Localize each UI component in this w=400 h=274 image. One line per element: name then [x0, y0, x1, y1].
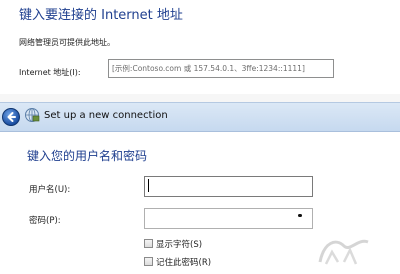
username-input[interactable]	[144, 176, 313, 197]
internet-address-input[interactable]: [示例:Contoso.com 或 157.54.0.1、3ffe:1234::…	[108, 59, 334, 78]
back-arrow-icon	[7, 112, 16, 122]
username-label: 用户名(U):	[29, 185, 71, 195]
credentials-heading: 键入您的用户名和密码	[27, 149, 148, 163]
back-button[interactable]	[2, 108, 20, 126]
address-dialog-title: 键入要连接的 Internet 地址	[19, 8, 183, 23]
address-dialog-description: 网络管理员可提供此地址。	[19, 38, 115, 47]
password-input[interactable]	[144, 208, 313, 229]
section-separator	[0, 94, 400, 102]
password-label: 密码(P):	[29, 216, 61, 226]
text-caret	[148, 179, 149, 192]
remember-password-checkbox[interactable]	[144, 257, 153, 266]
show-characters-checkbox[interactable]	[144, 239, 153, 248]
watermark-logo	[318, 239, 369, 265]
remember-password-label[interactable]: 记住此密码(R)	[156, 256, 211, 268]
internet-address-label: Internet 地址(I):	[19, 68, 81, 77]
wizard-title: Set up a new connection	[44, 110, 168, 121]
password-mask-dot	[298, 214, 302, 217]
network-connection-icon	[25, 108, 40, 122]
show-characters-label[interactable]: 显示字符(S)	[156, 238, 202, 250]
